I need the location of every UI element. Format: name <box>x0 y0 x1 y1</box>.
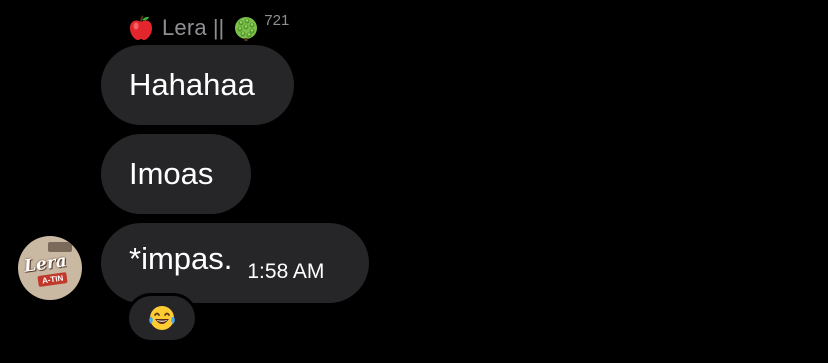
sender-name[interactable]: Lera <box>162 15 207 41</box>
message-timestamp: 1:58 AM <box>247 260 325 283</box>
sender-header: Lera || 721 <box>127 12 289 44</box>
cherimoya-icon <box>235 17 258 41</box>
laughing-tears-icon <box>149 306 175 330</box>
sender-separator: || <box>212 15 225 40</box>
message-text: Hahahaa <box>129 67 255 102</box>
reaction-chip[interactable] <box>126 293 198 343</box>
message-text: Imoas <box>129 156 214 191</box>
sender-count: 721 <box>264 12 290 29</box>
message-bubble[interactable]: Imoas <box>101 134 251 214</box>
message-bubble[interactable]: *impas. 1:58 AM <box>101 223 369 303</box>
avatar[interactable]: Lera A-TIN <box>18 236 82 300</box>
avatar-tag <box>48 242 72 252</box>
message-text: *impas. <box>129 241 233 276</box>
apple-icon <box>130 15 152 40</box>
message-bubble[interactable]: Hahahaa <box>101 45 294 125</box>
chat-view: Lera || 721 Hahahaa Imoas *impas. 1:58 A… <box>0 0 828 363</box>
